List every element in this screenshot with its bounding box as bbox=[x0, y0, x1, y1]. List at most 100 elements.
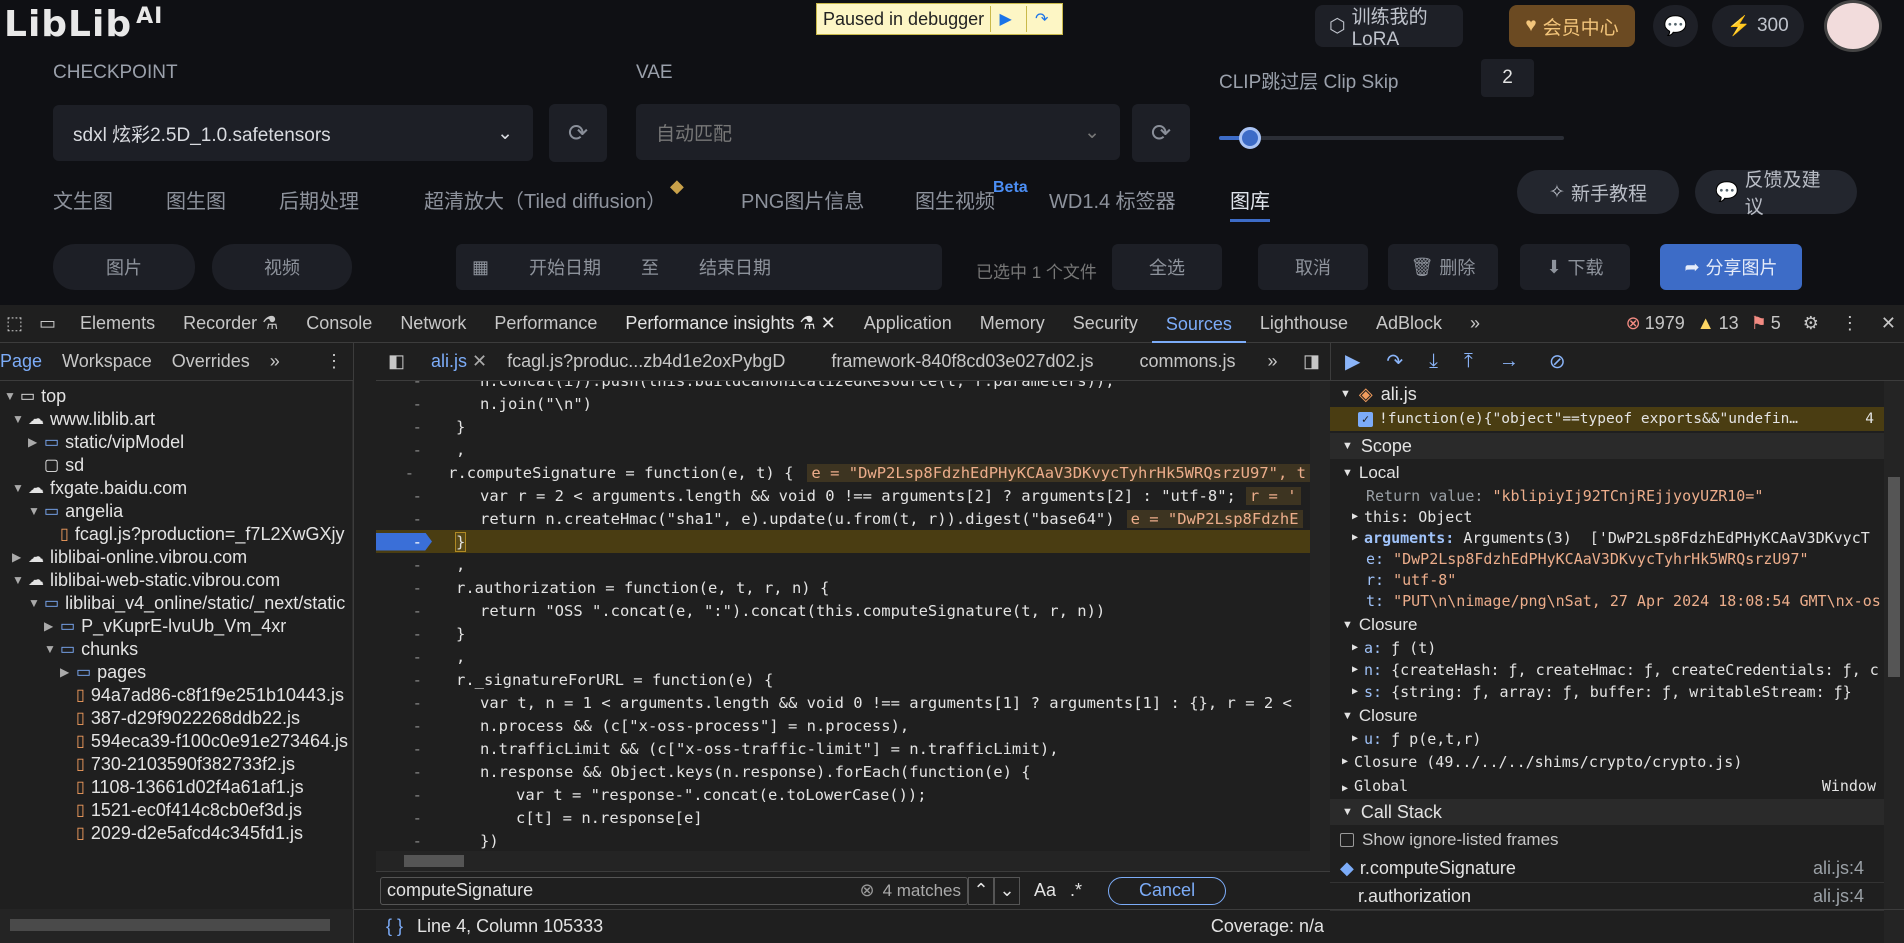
delete-button[interactable]: 🗑 删除 bbox=[1388, 244, 1498, 290]
more-files-icon[interactable]: » bbox=[1246, 351, 1288, 372]
vae-select[interactable]: 自动匹配 ⌄ bbox=[636, 104, 1120, 160]
avatar[interactable] bbox=[1824, 0, 1882, 52]
checkbox-checked-icon[interactable]: ✓ bbox=[1358, 411, 1373, 427]
tab-img2img[interactable]: 图生图 bbox=[166, 185, 226, 214]
call-frame[interactable]: r.authorization ali.js:4 bbox=[1330, 883, 1884, 911]
liblib-logo[interactable]: LibLib AI bbox=[4, 4, 163, 45]
checkpoint-select[interactable]: sdxl 炫彩2.5D_1.0.safetensors ⌄ bbox=[53, 105, 533, 161]
breakpoint-item[interactable]: ✓ !function(e){"object"==typeof exports&… bbox=[1330, 407, 1884, 431]
step-icon[interactable]: → bbox=[1483, 350, 1529, 373]
slider-knob[interactable] bbox=[1239, 127, 1262, 149]
tab-gallery[interactable]: 图库 bbox=[1230, 185, 1270, 214]
tab-network[interactable]: Network bbox=[386, 313, 480, 334]
pretty-print-icon[interactable]: { } bbox=[386, 916, 403, 937]
regex-button[interactable]: .* bbox=[1070, 880, 1082, 901]
tab-security[interactable]: Security bbox=[1059, 313, 1152, 334]
vip-center-button[interactable]: ♥ 会员中心 bbox=[1509, 5, 1635, 47]
scroll-thumb[interactable] bbox=[404, 855, 464, 867]
tab-performance-insights[interactable]: Performance insights ⚗ ✕ bbox=[611, 313, 849, 334]
scope-var-r[interactable]: r: "utf-8" bbox=[1330, 568, 1884, 591]
tree-scrollbar[interactable] bbox=[352, 381, 353, 943]
scope-var-arguments[interactable]: ▶ arguments: Arguments(3) ['DwP2Lsp8FdzhE… bbox=[1330, 526, 1884, 549]
tab-txt2img[interactable]: 文生图 bbox=[53, 185, 113, 214]
tab-performance[interactable]: Performance bbox=[480, 313, 611, 334]
breakpoint-marker[interactable]: - bbox=[376, 532, 432, 551]
tab-sources[interactable]: Sources bbox=[1151, 305, 1246, 343]
scope-var-s[interactable]: ▶ s: {string: ƒ, array: ƒ, buffer: ƒ, wri… bbox=[1330, 680, 1884, 703]
file-tab-framework[interactable]: framework-840f8cd03e027d02.js bbox=[795, 351, 1103, 372]
code-editor[interactable]: -n.concat(i)).push(this.buildCanonicaliz… bbox=[376, 381, 1310, 871]
filter-images[interactable]: 图片 bbox=[53, 244, 195, 290]
date-range-picker[interactable]: ▦ 开始日期 至 结束日期 bbox=[456, 244, 942, 290]
download-button[interactable]: ⬇ 下载 bbox=[1520, 244, 1630, 290]
inspect-icon[interactable]: ⬚ bbox=[0, 313, 29, 334]
scope-section[interactable]: ▼ Scope bbox=[1330, 433, 1884, 459]
tab-recorder[interactable]: Recorder ⚗ bbox=[169, 313, 292, 334]
search-input[interactable]: computeSignature ⊗ 4 matches bbox=[380, 876, 968, 905]
file-tab-fcagl[interactable]: fcagl.js?produc...zb4d1e2oxPybgD bbox=[497, 351, 795, 372]
match-case-button[interactable]: Aa bbox=[1034, 880, 1056, 901]
scroll-thumb[interactable] bbox=[1888, 477, 1900, 677]
toggle-debugger-icon[interactable]: ◨ bbox=[1293, 351, 1330, 372]
tab-png-info[interactable]: PNG图片信息 bbox=[741, 185, 864, 214]
select-all-button[interactable]: 全选 bbox=[1112, 244, 1222, 290]
clip-skip-input[interactable]: 2 bbox=[1481, 59, 1534, 97]
tab-memory[interactable]: Memory bbox=[966, 313, 1059, 334]
file-tab-ali[interactable]: ali.js ✕ bbox=[415, 351, 497, 372]
device-toolbar-icon[interactable]: ▭ bbox=[29, 313, 66, 334]
nav-menu-icon[interactable]: ⋮ bbox=[315, 351, 353, 372]
step-out-icon[interactable]: ⤒ bbox=[1448, 350, 1483, 373]
tab-workspace[interactable]: Workspace bbox=[52, 351, 162, 372]
refresh-vae-button[interactable]: ⟳ bbox=[1132, 104, 1190, 162]
tab-adblock[interactable]: AdBlock bbox=[1362, 313, 1456, 334]
tab-console[interactable]: Console bbox=[292, 313, 386, 334]
tab-tiled-diffusion[interactable]: 超清放大（Tiled diffusion） bbox=[424, 185, 666, 214]
scope-var-t[interactable]: t: "PUT\n\nimage/png\nSat, 27 Apr 2024 1… bbox=[1330, 589, 1884, 612]
sidebar-scrollbar[interactable] bbox=[1884, 381, 1904, 943]
scope-var-a[interactable]: ▶ a: ƒ (t) bbox=[1330, 636, 1884, 659]
call-frame[interactable]: ◆ r.computeSignature ali.js:4 bbox=[1330, 855, 1884, 883]
tree-h-scrollbar[interactable] bbox=[0, 909, 354, 943]
message-button[interactable]: 💬 bbox=[1653, 5, 1698, 47]
closure-scope-2[interactable]: ▼ Closure bbox=[1330, 704, 1884, 727]
refresh-checkpoint-button[interactable]: ⟳ bbox=[549, 104, 607, 162]
global-scope[interactable]: ▶ Global Window bbox=[1330, 774, 1884, 797]
resume-icon[interactable]: ▶︎ bbox=[990, 6, 1020, 32]
close-icon[interactable]: ✕ bbox=[472, 351, 487, 371]
clip-skip-slider[interactable] bbox=[1219, 127, 1564, 149]
call-stack-section[interactable]: ▼ Call Stack bbox=[1330, 799, 1884, 825]
train-lora-button[interactable]: ⬡ 训练我的LoRA bbox=[1315, 5, 1463, 50]
scope-var-return[interactable]: Return value: "kblipiyIj92TCnjREjjyoyUZR… bbox=[1330, 484, 1884, 507]
share-image-button[interactable]: ➦ 分享图片 bbox=[1660, 244, 1802, 290]
local-scope[interactable]: ▼ Local bbox=[1330, 461, 1884, 484]
scope-var-this[interactable]: ▶ this: Object bbox=[1330, 505, 1884, 528]
cancel-selection-button[interactable]: 取消 bbox=[1258, 244, 1368, 290]
filter-videos[interactable]: 视频 bbox=[212, 244, 352, 290]
show-ignored-frames[interactable]: Show ignore-listed frames bbox=[1340, 827, 1559, 853]
closure-scope-3[interactable]: ▶ Closure (49../../../shims/crypto/crypto… bbox=[1330, 750, 1884, 773]
step-into-icon[interactable]: ⤓ bbox=[1413, 350, 1448, 373]
points-button[interactable]: ⚡ 300 bbox=[1712, 5, 1804, 47]
tab-application[interactable]: Application bbox=[850, 313, 966, 334]
close-devtools-icon[interactable]: ✕ bbox=[1881, 313, 1896, 334]
tab-postprocess[interactable]: 后期处理 bbox=[279, 185, 359, 214]
scope-var-u[interactable]: ▶ u: ƒ p(e,t,r) bbox=[1330, 727, 1884, 750]
scroll-thumb[interactable] bbox=[10, 919, 330, 931]
tutorial-button[interactable]: ✧ 新手教程 bbox=[1517, 170, 1679, 214]
tab-page[interactable]: Page bbox=[0, 351, 52, 372]
deactivate-breakpoints-icon[interactable]: ⊘ bbox=[1529, 349, 1576, 374]
close-icon[interactable]: ✕ bbox=[821, 313, 836, 333]
step-over-icon[interactable]: ↷ bbox=[1370, 349, 1413, 374]
scope-var-e[interactable]: e: "DwP2Lsp8FdzhEdPHyKCAaV3DKvycTyhrHk5W… bbox=[1330, 547, 1884, 570]
chevron-up-icon[interactable]: ⌃ bbox=[968, 876, 994, 905]
closure-scope[interactable]: ▼ Closure bbox=[1330, 613, 1884, 636]
feedback-button[interactable]: 💬 反馈及建议 bbox=[1695, 170, 1857, 218]
resume-icon[interactable]: ▶ bbox=[1331, 349, 1370, 374]
cancel-search-button[interactable]: Cancel bbox=[1108, 876, 1227, 905]
horizontal-scrollbar[interactable] bbox=[376, 851, 1310, 871]
kebab-menu-icon[interactable]: ⋮ bbox=[1841, 313, 1859, 334]
checkbox-icon[interactable] bbox=[1340, 833, 1354, 847]
tab-lighthouse[interactable]: Lighthouse bbox=[1246, 313, 1362, 334]
vertical-scrollbar[interactable] bbox=[1310, 381, 1330, 871]
tab-elements[interactable]: Elements bbox=[66, 313, 169, 334]
